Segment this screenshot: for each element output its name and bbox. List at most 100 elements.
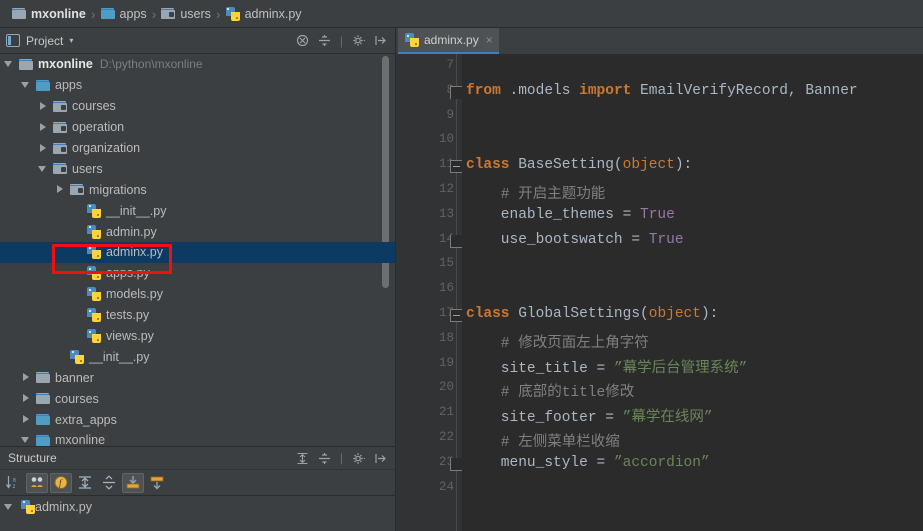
tree-item-path: D:\python\mxonline <box>99 57 203 72</box>
tree-item-views-py[interactable]: views.py <box>0 326 395 347</box>
tree-item-label: models.py <box>106 287 163 302</box>
code-token: object <box>648 306 701 322</box>
python-file-icon <box>70 349 84 364</box>
code-line[interactable]: site_footer = ”幕学在线网” <box>466 405 713 426</box>
python-file-icon <box>87 224 101 239</box>
show-fields-icon[interactable]: f <box>50 472 72 493</box>
chevron-right-icon[interactable] <box>21 372 32 383</box>
chevron-right-icon[interactable] <box>21 393 32 404</box>
chevron-down-icon[interactable]: ▾ <box>69 36 73 45</box>
tree-item-mxonline[interactable]: mxonline D:\python\mxonline <box>0 54 395 75</box>
breadcrumb-item-apps[interactable]: apps <box>97 4 151 24</box>
chevron-down-icon[interactable] <box>4 501 15 512</box>
editor-gutter[interactable]: 7 8 9 10 11 12 13 14 15 16 17 18 19 20 21 22 23 24 <box>396 54 463 531</box>
chevron-down-icon[interactable] <box>38 163 49 174</box>
show-inherited-icon[interactable] <box>26 472 48 493</box>
editor-tab-adminx-py[interactable]: adminx.py × <box>398 28 499 54</box>
expand-all-icon[interactable] <box>318 34 331 47</box>
folder-icon <box>19 58 33 70</box>
tree-item-label: apps.py <box>106 266 150 281</box>
code-token: import <box>579 82 632 99</box>
tree-item-users[interactable]: users <box>0 158 395 179</box>
expand-all-icon[interactable] <box>74 473 96 493</box>
tree-item-admin-py[interactable]: admin.py <box>0 221 395 242</box>
code-line[interactable]: enable_themes = True <box>466 207 675 223</box>
tree-item-apps-py[interactable]: apps.py <box>0 263 395 284</box>
tree-item-organization[interactable]: organization <box>0 138 395 159</box>
code-line[interactable]: # 开启主题功能 <box>466 182 605 203</box>
code-line[interactable]: site_title = ”幕学后台管理系统” <box>466 356 748 377</box>
tree-item-tests-py[interactable]: tests.py <box>0 305 395 326</box>
code-token: object <box>622 157 675 174</box>
python-file-icon <box>87 245 101 260</box>
hide-panel-icon[interactable] <box>374 34 387 47</box>
breadcrumb-item-adminx-py[interactable]: adminx.py <box>222 4 306 24</box>
code-line[interactable]: menu_style = ”accordion” <box>466 455 710 471</box>
code-content[interactable]: from .models import EmailVerifyRecord, B… <box>462 54 923 531</box>
close-icon[interactable]: × <box>486 33 493 47</box>
code-line[interactable]: from .models import EmailVerifyRecord, B… <box>466 83 858 99</box>
code-token: menu_style = <box>466 454 614 471</box>
tree-item-migrations[interactable]: migrations <box>0 179 395 200</box>
code-token: ”accordion” <box>613 454 710 471</box>
breadcrumb-item-users[interactable]: users <box>157 4 215 24</box>
tree-item-models-py[interactable]: models.py <box>0 284 395 305</box>
settings-gear-icon[interactable] <box>352 452 366 465</box>
tree-item-label: users <box>72 161 103 176</box>
hide-panel-icon[interactable] <box>374 452 387 465</box>
tree-item-adminx-py[interactable]: adminx.py <box>0 242 395 263</box>
code-line[interactable]: use_bootswatch = True <box>466 232 684 248</box>
chevron-down-icon[interactable] <box>21 435 32 446</box>
code-line[interactable]: # 底部的title修改 <box>466 380 634 401</box>
autoscroll-from-source-icon[interactable] <box>146 473 168 493</box>
tree-item-operation[interactable]: operation <box>0 117 395 138</box>
collapse-all-icon[interactable] <box>98 473 120 493</box>
chevron-right-icon[interactable] <box>38 143 49 154</box>
sort-alphabetically-icon[interactable]: az <box>2 473 24 493</box>
breadcrumb-item-mxonline[interactable]: mxonline <box>8 4 90 24</box>
tree-item--init-py[interactable]: __init__.py <box>0 200 395 221</box>
tree-item-label: courses <box>55 391 99 406</box>
expand-all-icon[interactable] <box>296 452 309 465</box>
tree-item-mxonline[interactable]: mxonline <box>0 430 395 446</box>
code-line[interactable]: # 修改页面左上角字符 <box>466 331 649 352</box>
chevron-down-icon[interactable] <box>21 80 32 91</box>
chevron-right-icon[interactable] <box>38 101 49 112</box>
folder-module-icon <box>53 100 67 112</box>
tree-item-courses[interactable]: courses <box>0 96 395 117</box>
tree-item-extra-apps[interactable]: extra_apps <box>0 409 395 430</box>
code-line[interactable]: # 左侧菜单栏收缩 <box>466 430 620 451</box>
tree-item-apps[interactable]: apps <box>0 75 395 96</box>
tree-item-label: __init__.py <box>89 349 150 364</box>
chevron-right-icon[interactable] <box>38 122 49 133</box>
autoscroll-to-source-icon[interactable] <box>122 472 144 493</box>
project-tree[interactable]: mxonline D:\python\mxonline apps courses ope… <box>0 54 395 446</box>
structure-tree[interactable]: adminx.py <box>0 496 395 531</box>
python-file-icon <box>87 329 101 344</box>
collapse-all-icon[interactable] <box>318 452 331 465</box>
tree-item-courses[interactable]: courses <box>0 388 395 409</box>
chevron-down-icon[interactable] <box>4 59 15 70</box>
tree-item-banner[interactable]: banner <box>0 367 395 388</box>
line-number: 21 <box>438 405 454 420</box>
line-number: 10 <box>438 132 454 147</box>
python-file-icon <box>87 308 101 323</box>
breadcrumb-item-label: adminx.py <box>244 6 302 21</box>
tree-item-label: organization <box>72 141 141 155</box>
tree-item-label: extra_apps <box>55 412 117 427</box>
code-line[interactable]: class BaseSetting(object): <box>466 157 692 173</box>
breadcrumb-separator: › <box>215 5 221 22</box>
tree-item-label: tests.py <box>106 308 150 323</box>
code-line[interactable]: class GlobalSettings(object): <box>466 306 718 322</box>
chevron-right-icon[interactable] <box>55 184 66 195</box>
tree-item--init-py[interactable]: __init__.py <box>0 346 395 367</box>
code-token: # 底部的title修改 <box>466 385 635 402</box>
collapse-all-icon[interactable] <box>296 34 309 47</box>
structure-item-adminx-py[interactable]: adminx.py <box>0 496 395 517</box>
line-number: 16 <box>438 281 454 296</box>
chevron-right-icon[interactable] <box>21 414 32 425</box>
settings-gear-icon[interactable] <box>352 34 366 47</box>
